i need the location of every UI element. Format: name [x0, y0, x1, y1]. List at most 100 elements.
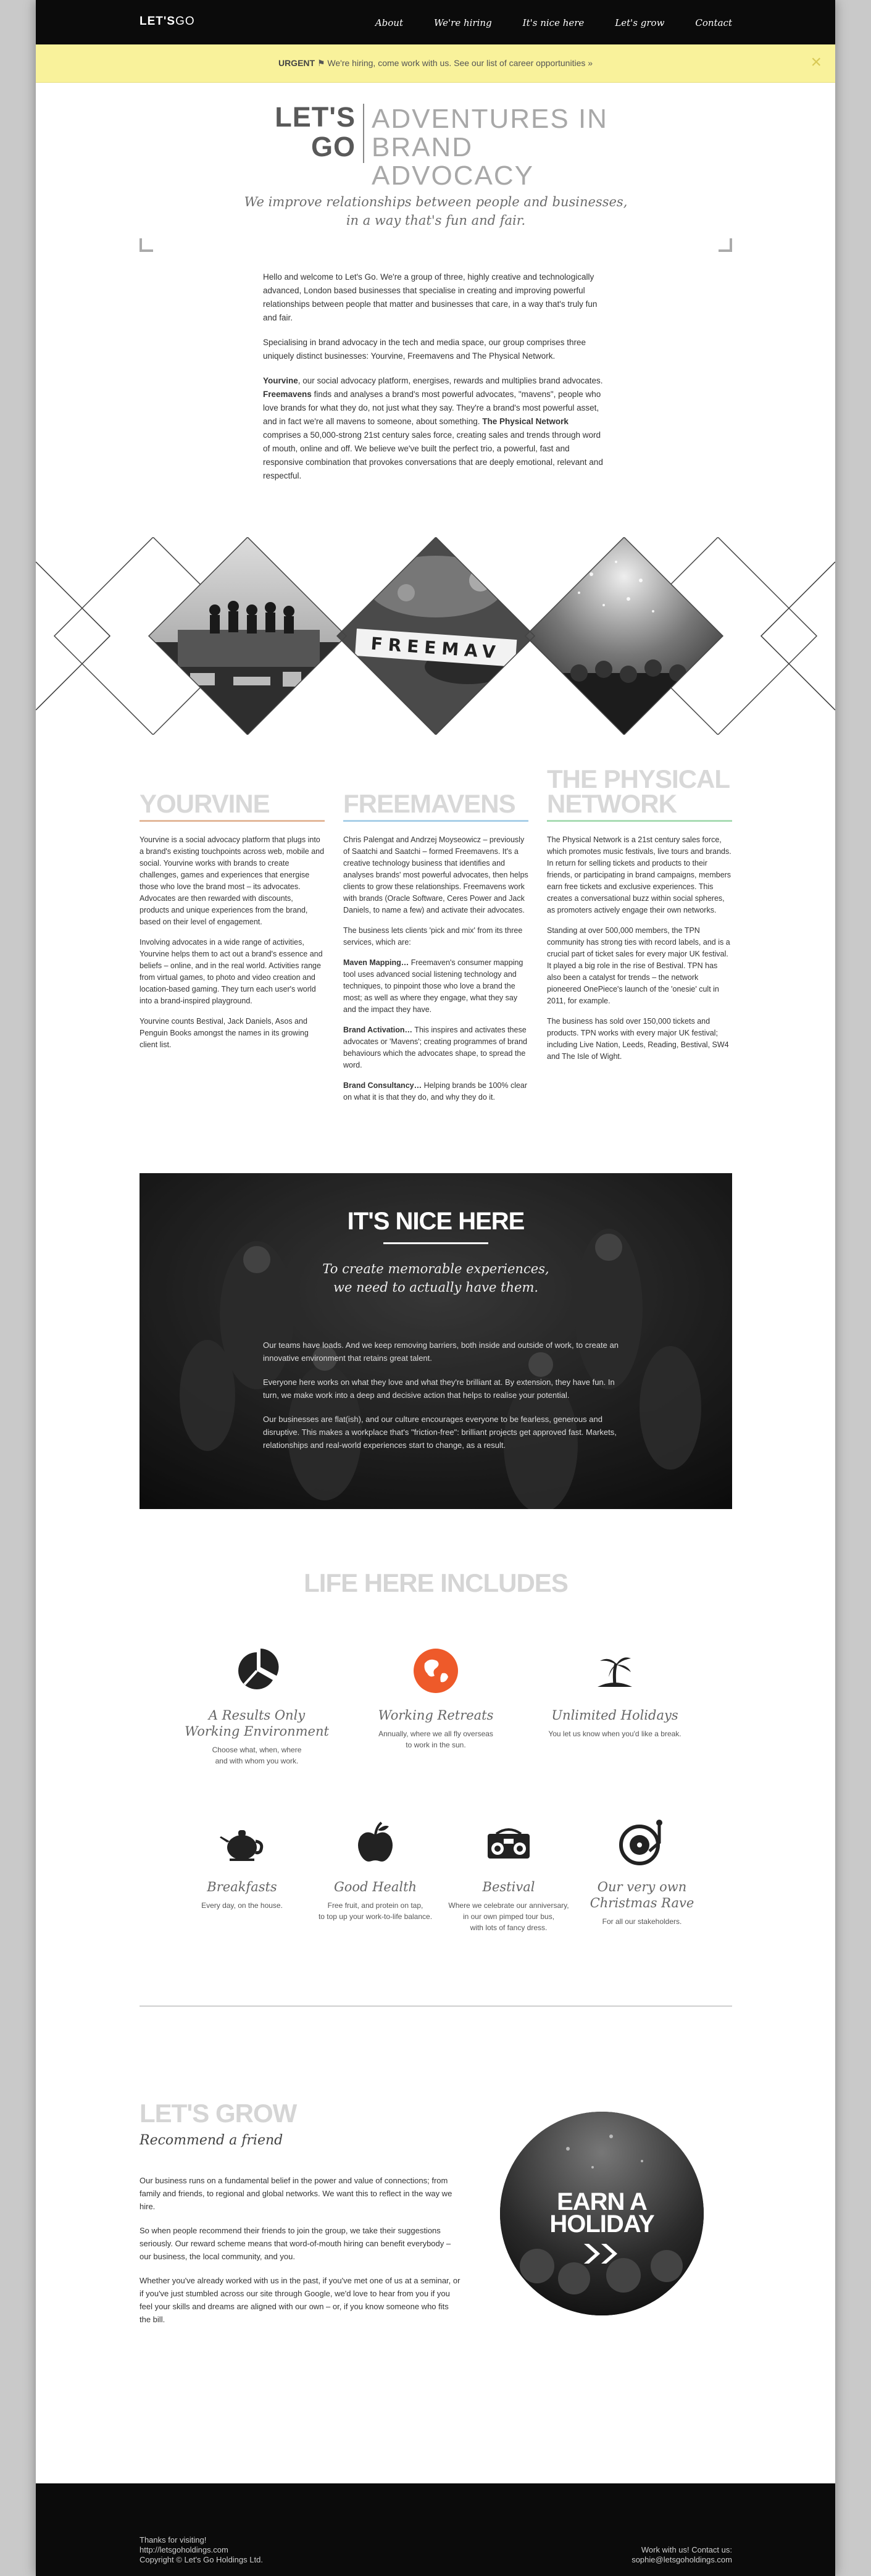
freemavens-column: FREEMAVENS Chris Palengat and Andrzej Mo…	[343, 764, 528, 1112]
lets-grow-subtitle: Recommend a friend	[140, 2133, 283, 2148]
lets-grow-title: LET'S GROW	[140, 2099, 297, 2128]
photo-festival-crowd	[525, 537, 723, 735]
banner-message[interactable]: URGENT ⚑ We're hiring, come work with us…	[36, 58, 835, 69]
footer-left: Thanks for visiting! http://letsgoholdin…	[140, 2535, 263, 2565]
freemavens-title: FREEMAVENS	[343, 789, 516, 818]
banner-close-icon[interactable]: ×	[811, 53, 822, 72]
footer-contact-label: Work with us! Contact us:	[641, 2545, 732, 2554]
perk-holidays: Unlimited Holidays You let us know when …	[541, 1646, 689, 1739]
physical-network-column: THE PHYSICAL NETWORK The Physical Network…	[547, 764, 732, 1071]
nice-here-text: Our teams have loads. And we keep removi…	[263, 1339, 627, 1463]
footer-email-link[interactable]: sophie@letsgoholdings.com	[631, 2555, 732, 2565]
lets-grow-text: Our business runs on a fundamental belie…	[140, 2174, 461, 2326]
tagline: We improve relationships between people …	[244, 194, 628, 228]
footer-copyright: Copyright © Let's Go Holdings Ltd.	[140, 2555, 263, 2564]
turntable-icon	[619, 1820, 662, 1865]
yourvine-rule	[140, 820, 325, 822]
earn-holiday-text: EARN A HOLIDAY	[549, 2188, 654, 2238]
double-chevron-icon	[584, 2244, 617, 2264]
earn-holiday-circle[interactable]: EARN A HOLIDAY	[500, 2112, 704, 2315]
intro-paragraph: Specialising in brand advocacy in the te…	[263, 338, 586, 361]
perk-rowe: A Results Only Working Environment Choose…	[183, 1646, 331, 1767]
nice-here-paragraph: Everyone here works on what they love an…	[263, 1378, 615, 1400]
photo-team-on-bus	[149, 537, 346, 735]
physical-network-rule	[547, 820, 732, 822]
freemavens-rule	[343, 820, 528, 822]
nice-here-paragraph: Our businesses are flat(ish), and our cu…	[263, 1415, 617, 1450]
bracket-left	[140, 238, 153, 252]
physical-network-paragraph: The business has sold over 150,000 ticke…	[547, 1017, 729, 1061]
nav-item-nice-here[interactable]: It's nice here	[523, 17, 585, 28]
perk-desc: Choose what, when, where and with whom yo…	[212, 1746, 302, 1765]
nav-menu: About We're hiring It's nice here Let's …	[344, 17, 732, 28]
footer-url-link[interactable]: http://letsgoholdings.com	[140, 2545, 263, 2555]
banner-text: We're hiring, come work with us. See our…	[327, 58, 593, 68]
intro-text: Hello and welcome to Let's Go. We're a g…	[263, 270, 609, 494]
palm-island-icon	[598, 1657, 632, 1687]
perk-desc: For all our stakeholders.	[602, 1917, 682, 1926]
perk-breakfasts: Breakfasts Every day, on the house.	[168, 1818, 316, 1911]
boombox-icon	[488, 1828, 530, 1859]
lets-grow-paragraph: So when people recommend their friends t…	[140, 2226, 451, 2261]
yourvine-paragraph: Yourvine counts Bestival, Jack Daniels, …	[140, 1017, 309, 1049]
yourvine-paragraph: Yourvine is a social advocacy platform t…	[140, 835, 325, 926]
freemavens-paragraph: Chris Palengat and Andrzej Moyseowicz – …	[343, 835, 528, 914]
footer: Thanks for visiting! http://letsgoholdin…	[36, 2483, 835, 2576]
page: LET'SGO About We're hiring It's nice her…	[36, 0, 835, 2576]
nav-item-about[interactable]: About	[375, 17, 403, 28]
yourvine-title: YOURVINE	[140, 789, 270, 818]
nav-logo[interactable]: LET'SGO	[140, 15, 195, 28]
perk-retreats: Working Retreats Annually, where we all …	[362, 1646, 510, 1750]
freemavens-paragraph: Maven Mapping… Freemaven's consumer mapp…	[343, 958, 523, 1014]
pie-chart-icon	[238, 1649, 279, 1689]
photo-diamonds: FREEMAV	[36, 537, 835, 735]
intro-paragraph: Hello and welcome to Let's Go. We're a g…	[263, 272, 598, 322]
intro-paragraph: Yourvine, our social advocacy platform, …	[263, 376, 603, 480]
nav-item-grow[interactable]: Let's grow	[615, 17, 664, 28]
lets-grow-section: LET'S GROW Recommend a friend Our busine…	[140, 2099, 461, 2337]
perk-christmas-rave: Our very own Christmas Rave For all our s…	[568, 1818, 716, 1927]
nice-here-subtitle: To create memorable experiences, we need…	[322, 1261, 549, 1295]
footer-right: Work with us! Contact us: sophie@letsgoh…	[631, 2545, 732, 2565]
lets-grow-paragraph: Our business runs on a fundamental belie…	[140, 2176, 452, 2211]
perk-health: Good Health Free fruit, and protein on t…	[301, 1818, 449, 1922]
nice-here-section: IT'S NICE HERE To create memorable exper…	[140, 1173, 732, 1509]
flag-icon: ⚑	[317, 58, 325, 68]
perk-desc: Every day, on the house.	[201, 1901, 283, 1910]
brand-header: LET'S GO ADVENTURES IN BRAND ADVOCACY	[263, 101, 609, 190]
apple-icon	[358, 1821, 393, 1862]
globe-icon	[414, 1649, 458, 1693]
freemavens-paragraph: Brand Activation… This inspires and acti…	[343, 1026, 527, 1069]
hiring-banner: URGENT ⚑ We're hiring, come work with us…	[36, 44, 835, 83]
header-logo: LET'S GO	[275, 101, 356, 162]
perk-title: Breakfasts	[207, 1880, 277, 1894]
nice-here-paragraph: Our teams have loads. And we keep removi…	[263, 1340, 619, 1363]
physical-network-title: THE PHYSICAL NETWORK	[547, 764, 730, 818]
nav-item-hiring[interactable]: We're hiring	[434, 17, 492, 28]
bracket-right	[719, 238, 732, 252]
perk-title: Our very own Christmas Rave	[590, 1880, 694, 1910]
teapot-icon	[220, 1830, 264, 1861]
header-title: ADVENTURES IN BRAND ADVOCACY	[372, 104, 608, 191]
perk-title: Working Retreats	[378, 1708, 494, 1723]
freemavens-paragraph: Brand Consultancy… Helping brands be 100…	[343, 1081, 528, 1102]
yourvine-column: YOURVINE Yourvine is a social advocacy p…	[140, 764, 325, 1060]
nav-item-contact[interactable]: Contact	[695, 17, 732, 28]
perk-title: A Results Only Working Environment	[185, 1708, 329, 1739]
footer-thanks: Thanks for visiting!	[140, 2535, 207, 2545]
photo-scrabble-tiles: FREEMAV	[337, 537, 535, 735]
banner-urgent-label: URGENT	[278, 58, 315, 68]
perk-desc: Free fruit, and protein on tap, to top up…	[318, 1901, 433, 1921]
nice-here-underline	[383, 1242, 488, 1244]
nice-here-title: IT'S NICE HERE	[347, 1208, 525, 1235]
lets-grow-paragraph: Whether you've already worked with us in…	[140, 2276, 461, 2324]
physical-network-paragraph: Standing at over 500,000 members, the TP…	[547, 926, 730, 1005]
perk-bestival: Bestival Where we celebrate our annivers…	[435, 1818, 583, 1933]
perk-desc: Annually, where we all fly overseas to wo…	[378, 1729, 493, 1749]
perk-desc: Where we celebrate our anniversary, in ou…	[448, 1901, 569, 1932]
perk-title: Bestival	[482, 1880, 535, 1894]
section-divider	[140, 2005, 732, 2007]
life-here-title: LIFE HERE INCLUDES	[304, 1568, 569, 1597]
yourvine-paragraph: Involving advocates in a wide range of a…	[140, 938, 323, 1005]
perk-title: Unlimited Holidays	[551, 1708, 678, 1723]
